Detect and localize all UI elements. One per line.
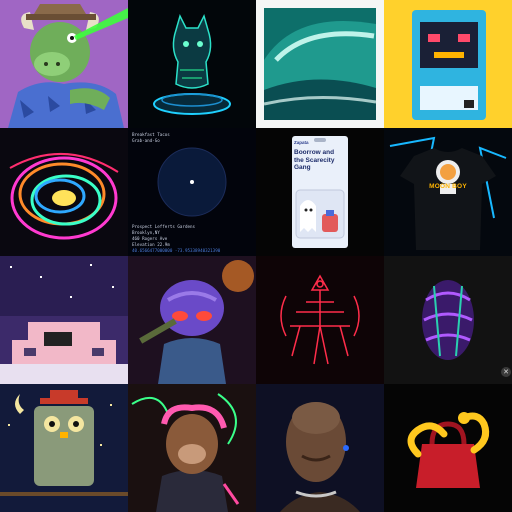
- pixel-house-artwork: [0, 256, 128, 384]
- gallery-tile-neon-line-creature[interactable]: [256, 256, 384, 384]
- map-footer-line4: Elevation 22.9m: [132, 242, 170, 247]
- gallery-tile-alien-soldier[interactable]: [128, 256, 256, 384]
- toy-package-artwork: [256, 128, 384, 256]
- neon-monkey-artwork: [128, 384, 256, 512]
- map-header-line2: Grab-and-Go: [132, 138, 160, 143]
- tshirt-artwork: [384, 128, 512, 256]
- gallery-tile-neon-monkey[interactable]: [128, 384, 256, 512]
- gallery-tile-pixel-house[interactable]: [0, 256, 128, 384]
- gallery-tile-neon-cat[interactable]: [128, 0, 256, 128]
- gallery-tile-red-bag-snake[interactable]: [384, 384, 512, 512]
- package-brand: Zapata: [294, 140, 309, 145]
- map-header-line1: Breakfast Tacos: [132, 132, 170, 137]
- map-footer-line2: Brooklyn,NY: [132, 230, 160, 235]
- gallery-tile-game-card[interactable]: [384, 0, 512, 128]
- alien-soldier-artwork: [128, 256, 256, 384]
- gallery-tile-bull[interactable]: [0, 0, 128, 128]
- package-title: Boorrow and the Scarecity Gang: [294, 149, 335, 171]
- gallery-tile-ocean-wave[interactable]: [256, 0, 384, 128]
- neon-swirl-artwork: [0, 128, 128, 256]
- red-bag-snake-artwork: [384, 384, 512, 512]
- neon-line-artwork: [256, 256, 384, 384]
- gallery-tile-toy-package[interactable]: Zapata Boorrow and the Scarecity Gang: [256, 128, 384, 256]
- gallery-tile-sneaker-egg[interactable]: ✕: [384, 256, 512, 384]
- bald-character-artwork: [256, 384, 384, 512]
- close-icon[interactable]: ✕: [501, 367, 511, 377]
- map-coordinates: 40.6566477000000 -73.95338940321390: [132, 248, 221, 253]
- map-footer-line1: Prospect Lefferts Gardens: [132, 224, 196, 229]
- sneaker-egg-artwork: [384, 256, 512, 384]
- tshirt-print-text: MOON BOY: [429, 183, 467, 190]
- gallery-tile-moon-boy-tshirt[interactable]: MOON BOY: [384, 128, 512, 256]
- gallery-grid: Breakfast Tacos Grab-and-Go Prospect Lef…: [0, 0, 512, 512]
- gallery-tile-bald-character[interactable]: [256, 384, 384, 512]
- bull-artwork: [0, 0, 128, 128]
- pixel-owl-artwork: [0, 384, 128, 512]
- game-card-artwork: [384, 0, 512, 128]
- gallery-tile-pixel-owl[interactable]: [0, 384, 128, 512]
- gallery-tile-map-card[interactable]: Breakfast Tacos Grab-and-Go Prospect Lef…: [128, 128, 256, 256]
- map-footer-line3: 460 Rogers Ave: [132, 236, 168, 241]
- neon-cat-artwork: [128, 0, 256, 128]
- ocean-wave-artwork: [256, 0, 384, 128]
- gallery-tile-neon-swirl[interactable]: [0, 128, 128, 256]
